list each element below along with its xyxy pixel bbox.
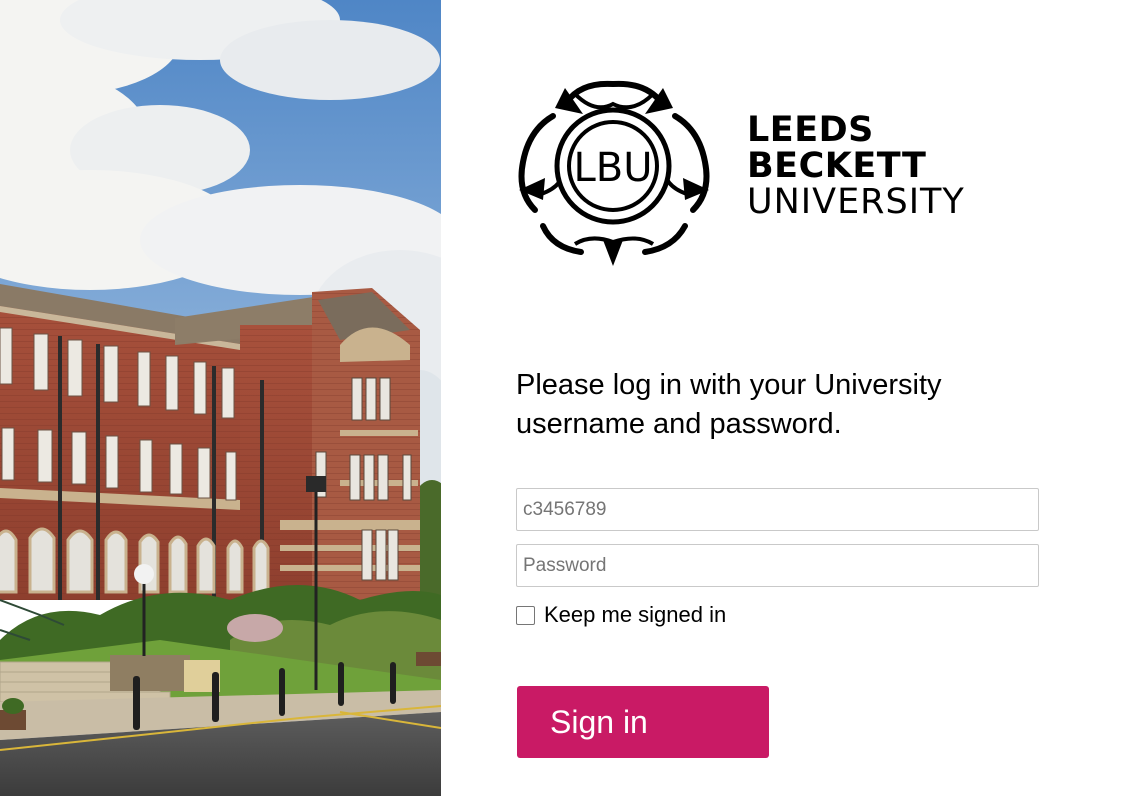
keep-signed-in-label: Keep me signed in	[544, 602, 727, 627]
wordmark-line-2: BECKETT	[747, 146, 927, 186]
sign-in-button[interactable]: Sign in	[517, 686, 769, 758]
keep-signed-in-row[interactable]: Keep me signed in	[516, 602, 726, 628]
keep-signed-in-checkbox[interactable]	[516, 605, 535, 625]
wordmark-line-3: UNIVERSITY	[747, 182, 965, 222]
university-logo: LBU LEEDS BECKETT UNIVERSITY	[515, 74, 975, 269]
hero-photo	[0, 0, 441, 796]
campus-building-illustration	[0, 0, 441, 796]
password-input[interactable]	[516, 544, 1039, 587]
seal-monogram: LBU	[573, 145, 652, 191]
login-instructions: Please log in with your University usern…	[516, 369, 942, 440]
university-wordmark: LEEDS BECKETT UNIVERSITY	[747, 112, 965, 220]
tudor-rose-seal-icon: LBU	[518, 80, 710, 266]
username-input[interactable]	[516, 488, 1039, 531]
wordmark-line-1: LEEDS	[747, 110, 874, 150]
